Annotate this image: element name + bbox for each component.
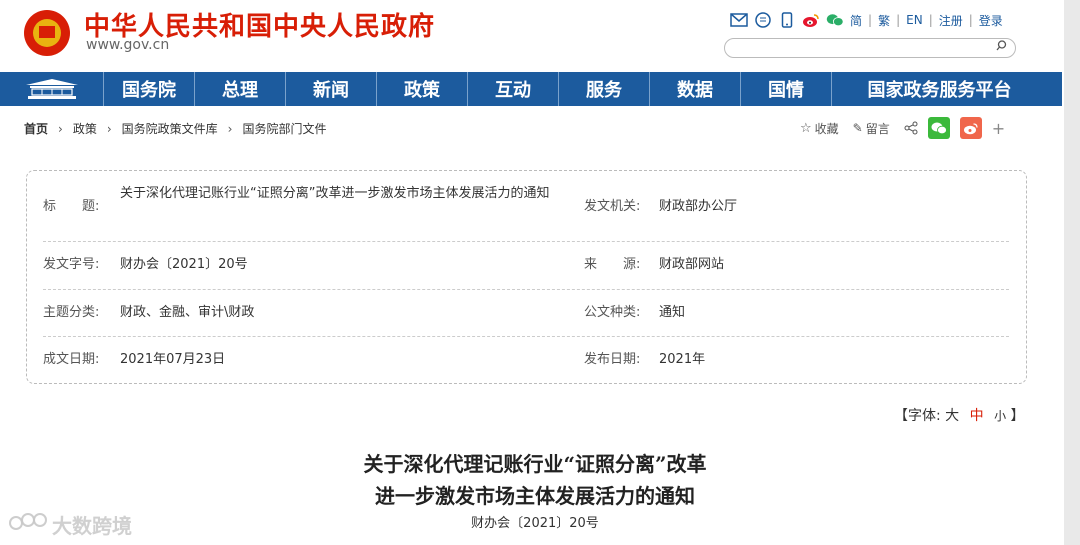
- chat-bubble-icon[interactable]: [754, 12, 772, 28]
- favorite-button[interactable]: ☆ 收藏: [800, 120, 839, 137]
- phone-icon[interactable]: [778, 12, 796, 28]
- nav-item-service-platform[interactable]: 国家政务服务平台: [832, 72, 1047, 106]
- more-share-button[interactable]: +: [992, 119, 1005, 138]
- separator: |: [868, 13, 873, 27]
- page-side-gutter: [1064, 0, 1080, 545]
- info-row-topic: 主题分类: 财政、金融、审计\财政 公文种类: 通知: [43, 289, 1009, 337]
- separator: |: [968, 13, 973, 27]
- source-label: 来 源:: [584, 257, 641, 272]
- wechat-share-icon[interactable]: [927, 117, 950, 139]
- info-row-dates: 成文日期: 2021年07月23日 发布日期: 2021年: [43, 336, 1009, 380]
- chevron-right-icon: ›: [106, 121, 112, 136]
- watermark-text: 大数跨境: [52, 514, 132, 538]
- watermark: 大数跨境: [8, 510, 132, 539]
- font-size-control: 【字体: 大 中 小 】: [894, 405, 1025, 425]
- article-title-line-2: 进一步激发市场主体发展活力的通知: [375, 484, 695, 508]
- breadcrumb: 首页 › 政策 › 国务院政策文件库 › 国务院部门文件: [24, 120, 327, 137]
- docno-label: 发文字号:: [43, 257, 100, 272]
- lang-simplified-link[interactable]: 简: [850, 12, 862, 29]
- nav-item-services[interactable]: 服务: [559, 72, 650, 106]
- comment-label: 留言: [865, 121, 890, 136]
- info-row-docno: 发文字号: 财办会〔2021〕20号 来 源: 财政部网站: [43, 241, 1009, 290]
- published-date-value: 2021年: [659, 352, 706, 367]
- share-icon[interactable]: [904, 121, 918, 135]
- breadcrumb-home[interactable]: 首页: [24, 120, 48, 137]
- nav-item-state-council[interactable]: 国务院: [104, 72, 195, 106]
- nav-item-data[interactable]: 数据: [650, 72, 741, 106]
- topic-value: 财政、金融、审计\财政: [120, 305, 255, 320]
- header-tools: 简 | 繁 | EN | 注册 | 登录: [730, 10, 1003, 30]
- font-size-small[interactable]: 小: [994, 409, 1006, 423]
- weibo-icon[interactable]: [802, 12, 820, 28]
- breadcrumb-policy-library[interactable]: 国务院政策文件库: [122, 120, 218, 137]
- nav-item-national-info[interactable]: 国情: [741, 72, 832, 106]
- nav-item-news[interactable]: 新闻: [286, 72, 377, 106]
- info-row-title: 标 题: 关于深化代理记账行业“证照分离”改革进一步激发市场主体发展活力的通知 …: [43, 179, 1009, 242]
- type-value: 通知: [659, 305, 686, 320]
- written-date-label: 成文日期:: [43, 352, 100, 367]
- site-url: www.gov.cn: [86, 37, 170, 53]
- topic-label: 主题分类:: [43, 305, 100, 320]
- weibo-share-icon[interactable]: [959, 117, 982, 139]
- separator: |: [896, 13, 901, 27]
- font-size-prefix: 【字体:: [894, 408, 941, 424]
- main-nav: 国务院 总理 新闻 政策 互动 服务 数据 国情 国家政务服务平台: [0, 72, 1062, 106]
- pencil-icon: ✎: [852, 121, 863, 135]
- font-size-suffix: 】: [1010, 408, 1025, 424]
- type-label: 公文种类:: [584, 305, 641, 320]
- published-date-label: 发布日期:: [584, 352, 641, 367]
- search-box: [724, 38, 1016, 58]
- font-size-medium[interactable]: 中: [970, 408, 984, 424]
- nav-item-policy[interactable]: 政策: [377, 72, 468, 106]
- share-toolbar: ☆ 收藏 ✎ 留言 +: [800, 117, 1005, 139]
- docno-value: 财办会〔2021〕20号: [120, 257, 248, 272]
- star-icon: ☆: [800, 120, 812, 136]
- chevron-right-icon: ›: [58, 121, 63, 136]
- wechat-icon[interactable]: [826, 12, 844, 28]
- mail-icon[interactable]: [730, 12, 748, 28]
- login-link[interactable]: 登录: [979, 12, 1003, 29]
- comment-button[interactable]: ✎ 留言: [853, 120, 890, 137]
- nav-home-icon[interactable]: [0, 72, 104, 106]
- issuer-value: 财政部办公厅: [659, 199, 738, 214]
- breadcrumb-policy[interactable]: 政策: [73, 120, 97, 137]
- search-icon[interactable]: [996, 40, 1007, 54]
- article-title: 关于深化代理记账行业“证照分离”改革 进一步激发市场主体发展活力的通知: [200, 448, 870, 512]
- register-link[interactable]: 注册: [939, 12, 963, 29]
- national-emblem-logo[interactable]: [24, 10, 70, 56]
- source-value: 财政部网站: [659, 257, 725, 272]
- title-label: 标 题:: [43, 199, 100, 214]
- breadcrumb-department-docs[interactable]: 国务院部门文件: [242, 120, 326, 137]
- separator: |: [928, 13, 933, 27]
- lang-traditional-link[interactable]: 繁: [878, 12, 890, 29]
- search-input[interactable]: [735, 40, 989, 58]
- watermark-logo-icon: [8, 511, 48, 538]
- chevron-right-icon: ›: [227, 121, 233, 136]
- document-info-box: 标 题: 关于深化代理记账行业“证照分离”改革进一步激发市场主体发展活力的通知 …: [26, 170, 1027, 384]
- lang-english-link[interactable]: EN: [906, 13, 923, 27]
- favorite-label: 收藏: [814, 121, 839, 136]
- font-size-large[interactable]: 大: [945, 408, 959, 424]
- article-title-line-1: 关于深化代理记账行业“证照分离”改革: [363, 452, 707, 476]
- issuer-label: 发文机关:: [584, 199, 641, 214]
- article-doc-number: 财办会〔2021〕20号: [471, 516, 599, 531]
- site-header: 中华人民共和国中央人民政府 www.gov.cn 简 | 繁 | EN | 注册…: [0, 0, 1062, 72]
- nav-item-interaction[interactable]: 互动: [468, 72, 559, 106]
- title-value: 关于深化代理记账行业“证照分离”改革进一步激发市场主体发展活力的通知: [120, 186, 550, 201]
- written-date-value: 2021年07月23日: [120, 352, 226, 367]
- nav-item-premier[interactable]: 总理: [195, 72, 286, 106]
